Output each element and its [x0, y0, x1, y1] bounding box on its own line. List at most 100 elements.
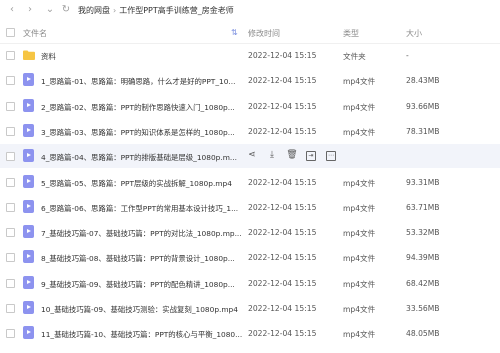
- table-header: 文件名 ⇅ 修改时间 类型 大小: [0, 22, 500, 44]
- top-bar: ‹ › ⌄ ↻ 我的网盘 › 工作型PPT高手训练营_房金老师: [0, 0, 500, 20]
- row-checkbox[interactable]: [6, 202, 15, 212]
- file-type: mp4文件: [343, 203, 376, 213]
- file-size: 33.56MB: [406, 304, 440, 313]
- column-size[interactable]: 大小: [406, 28, 422, 39]
- file-date: 2022-12-04 15:15: [248, 278, 317, 288]
- row-checkbox[interactable]: [6, 126, 15, 136]
- back-button[interactable]: ‹: [6, 4, 18, 16]
- file-type: mp4文件: [343, 77, 376, 87]
- table-row[interactable]: 9_基础技巧篇-09、基础技巧篇：PPT的配色精讲_1080p... 2022-1…: [0, 271, 500, 295]
- file-date: 2022-12-04 15:15: [248, 101, 317, 111]
- video-file-icon: [23, 98, 34, 112]
- file-name[interactable]: 5_思路篇-05、思路篇：PPT层级的实战拆解_1080p.mp4: [41, 178, 232, 189]
- breadcrumb-current: 工作型PPT高手训练营_房金老师: [119, 6, 234, 15]
- column-type[interactable]: 类型: [343, 28, 359, 39]
- table-row[interactable]: 5_思路篇-05、思路篇：PPT层级的实战拆解_1080p.mp4 2022-12…: [0, 170, 500, 194]
- column-modified[interactable]: 修改时间: [248, 28, 280, 39]
- file-size: 94.39MB: [406, 253, 440, 263]
- file-date: 2022-12-04 15:15: [248, 329, 317, 339]
- file-name[interactable]: 3_思路篇-03、思路篇：PPT的知识体系是怎样的_1080p...: [41, 127, 235, 138]
- sort-icon[interactable]: ⇅: [231, 28, 238, 37]
- table-row[interactable]: 10_基础技巧篇-09、基础技巧测验：实战复刻_1080p.mp4 2022-12…: [0, 296, 500, 320]
- file-date: 2022-12-04 15:15: [248, 304, 317, 313]
- table-row[interactable]: 2_思路篇-02、思路篇：PPT的制作思路快速入门_1080p... 2022-1…: [0, 94, 500, 118]
- file-type: 文件夹: [343, 52, 366, 61]
- file-date: 2022-12-04 15:15: [248, 228, 317, 238]
- file-size: 63.71MB: [406, 202, 440, 212]
- file-name[interactable]: 资料: [41, 51, 56, 62]
- file-size: -: [406, 51, 409, 60]
- video-file-icon: [23, 174, 34, 188]
- video-file-icon: [23, 275, 34, 289]
- table-row[interactable]: 11_基础技巧篇-10、基础技巧篇：PPT的核心与平衡_1080... 2022-…: [0, 321, 500, 345]
- file-date: 2022-12-04 15:15: [248, 76, 317, 86]
- file-size: 93.31MB: [406, 177, 440, 187]
- breadcrumb: 我的网盘 › 工作型PPT高手训练营_房金老师: [78, 5, 234, 16]
- row-checkbox[interactable]: [6, 253, 15, 263]
- file-date: 2022-12-04 15:15: [248, 202, 317, 212]
- breadcrumb-root[interactable]: 我的网盘: [78, 6, 110, 15]
- breadcrumb-separator: ›: [113, 6, 117, 15]
- share-icon[interactable]: ⋖: [246, 149, 258, 161]
- file-name[interactable]: 1_思路篇-01、思路篇：明确思路，什么才是好的PPT_10...: [41, 76, 235, 87]
- file-size: 48.05MB: [406, 329, 440, 339]
- row-checkbox[interactable]: [6, 152, 15, 162]
- file-name[interactable]: 11_基础技巧篇-10、基础技巧篇：PPT的核心与平衡_1080...: [41, 329, 242, 340]
- file-type: mp4文件: [343, 229, 376, 239]
- file-type: mp4文件: [343, 305, 376, 314]
- table-row[interactable]: 6_思路篇-06、思路篇：工作型PPT的常用基本设计技巧_1... 2022-12…: [0, 195, 500, 219]
- column-name[interactable]: 文件名: [23, 28, 47, 39]
- row-checkbox[interactable]: [6, 101, 15, 111]
- table-row[interactable]: 4_思路篇-04、思路篇：PPT的排版基础是层级_1080p.m... ⋖ ⤓ 🗑 ⇥ ⋯: [0, 144, 500, 169]
- row-checkbox[interactable]: [6, 177, 15, 187]
- row-checkbox[interactable]: [6, 278, 15, 288]
- video-file-icon: [23, 149, 34, 163]
- folder-icon: [23, 50, 35, 63]
- file-name[interactable]: 4_思路篇-04、思路篇：PPT的排版基础是层级_1080p.m...: [41, 152, 237, 163]
- video-file-icon: [23, 73, 34, 87]
- table-row[interactable]: 8_基础技巧篇-08、基础技巧篇：PPT的背景设计_1080p... 2022-1…: [0, 245, 500, 269]
- file-name[interactable]: 7_基础技巧篇-07、基础技巧篇：PPT的对比法_1080p.mp...: [41, 228, 242, 239]
- file-size: 93.66MB: [406, 101, 440, 111]
- file-type: mp4文件: [343, 102, 376, 112]
- more-icon[interactable]: ⋯: [326, 151, 336, 162]
- file-type: mp4文件: [343, 279, 376, 289]
- video-file-icon: [23, 225, 34, 239]
- table-row[interactable]: 3_思路篇-03、思路篇：PPT的知识体系是怎样的_1080p... 2022-1…: [0, 119, 500, 143]
- file-name[interactable]: 9_基础技巧篇-09、基础技巧篇：PPT的配色精讲_1080p...: [41, 279, 235, 290]
- row-checkbox[interactable]: [6, 228, 15, 238]
- table-row[interactable]: 资料 2022-12-04 15:15 文件夹 -: [0, 43, 500, 67]
- file-name[interactable]: 2_思路篇-02、思路篇：PPT的制作思路快速入门_1080p...: [41, 102, 235, 113]
- video-file-icon: [23, 123, 34, 137]
- row-checkbox[interactable]: [6, 51, 15, 60]
- file-type: mp4文件: [343, 254, 376, 264]
- delete-icon[interactable]: 🗑: [286, 149, 298, 161]
- file-type: mp4文件: [343, 127, 376, 137]
- video-file-icon: [23, 250, 34, 264]
- file-date: 2022-12-04 15:15: [248, 177, 317, 187]
- row-checkbox[interactable]: [6, 304, 15, 313]
- row-checkbox[interactable]: [6, 329, 15, 339]
- file-size: 68.42MB: [406, 278, 440, 288]
- forward-button[interactable]: ›: [24, 4, 36, 16]
- file-name[interactable]: 10_基础技巧篇-09、基础技巧测验：实战复刻_1080p.mp4: [41, 304, 238, 315]
- file-name[interactable]: 8_基础技巧篇-08、基础技巧篇：PPT的背景设计_1080p...: [41, 253, 235, 264]
- row-checkbox[interactable]: [6, 76, 15, 86]
- file-type: mp4文件: [343, 330, 376, 340]
- file-name[interactable]: 6_思路篇-06、思路篇：工作型PPT的常用基本设计技巧_1...: [41, 203, 238, 214]
- table-row[interactable]: 1_思路篇-01、思路篇：明确思路，什么才是好的PPT_10... 2022-12…: [0, 68, 500, 92]
- video-file-icon: [23, 199, 34, 213]
- refresh-icon[interactable]: ↻: [60, 4, 72, 16]
- dropdown-icon[interactable]: ⌄: [44, 4, 56, 16]
- table-row[interactable]: 7_基础技巧篇-07、基础技巧篇：PPT的对比法_1080p.mp... 2022…: [0, 220, 500, 244]
- download-icon[interactable]: ⤓: [266, 149, 278, 161]
- file-date: 2022-12-04 15:15: [248, 51, 317, 60]
- video-file-icon: [23, 301, 34, 314]
- file-size: 28.43MB: [406, 76, 440, 86]
- video-file-icon: [23, 326, 34, 340]
- file-size: 78.31MB: [406, 126, 440, 136]
- file-date: 2022-12-04 15:15: [248, 253, 317, 263]
- select-all-checkbox[interactable]: [6, 28, 15, 37]
- copy-icon[interactable]: ⇥: [306, 151, 316, 162]
- file-size: 53.32MB: [406, 228, 440, 238]
